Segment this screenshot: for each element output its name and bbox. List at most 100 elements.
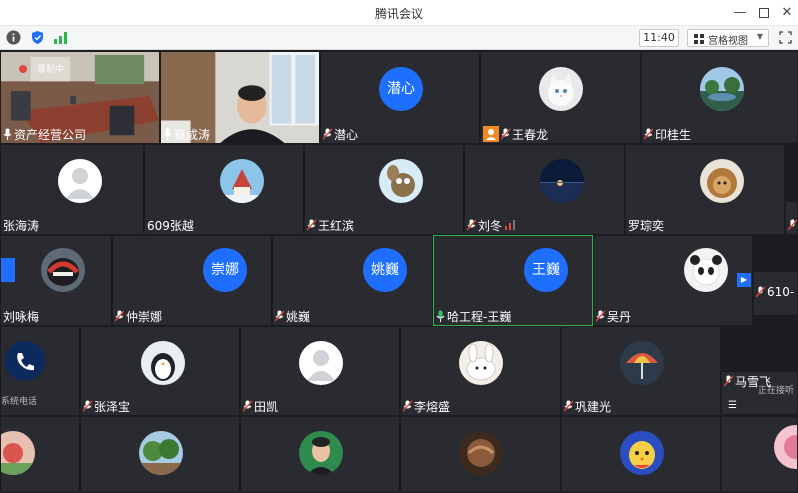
security-shield-icon[interactable] (30, 30, 45, 45)
muted-mic-icon (564, 400, 573, 412)
participant-tile[interactable]: 田凯 (240, 326, 400, 416)
maximize-button[interactable] (753, 3, 775, 23)
participant-tile[interactable]: 录制中 资产经营公司 (0, 51, 160, 144)
participant-tile[interactable]: 张泽宝 (80, 326, 240, 416)
participant-tile[interactable]: 印桂生 (641, 51, 798, 144)
participant-tile[interactable] (400, 416, 561, 493)
participant-tile[interactable]: 刘咏梅 (0, 235, 112, 326)
participant-tile[interactable]: 王春龙 (480, 51, 641, 144)
nameplate: 610- (754, 283, 797, 301)
text-avatar: 王巍 (524, 248, 568, 292)
participant-tile-partial[interactable]: 正在接听 马雪飞 ☰ (721, 371, 798, 415)
flower-avatar (1, 431, 35, 475)
grid-view-icon (694, 34, 704, 44)
nameplate: 哈工程-王巍 (434, 307, 516, 325)
nameplate: 潜心 (321, 125, 363, 143)
nameplate: 田凯 (241, 397, 283, 415)
participant-name: 李熔盛 (414, 399, 451, 414)
menu-icon[interactable]: ☰ (728, 400, 740, 412)
info-icon[interactable] (6, 30, 21, 45)
muted-mic-icon (596, 310, 605, 322)
bunny-avatar (459, 341, 503, 385)
nameplate: 张海涛 (1, 216, 44, 234)
umbrella-avatar (620, 341, 664, 385)
muted-mic-icon (275, 310, 284, 322)
participant-tile[interactable]: 潜心 潜心 (320, 51, 480, 144)
muted-mic-icon (756, 286, 765, 298)
nameplate: 李熔盛 (401, 397, 455, 415)
participant-tile[interactable]: 李熔盛 (400, 326, 561, 416)
participant-name: 吴丹 (607, 309, 632, 324)
nameplate: 609张越 (145, 216, 199, 234)
participant-name: 610- (767, 285, 795, 299)
window-title: 腾讯会议 (374, 7, 423, 21)
participant-tile[interactable] (80, 416, 240, 493)
participant-tile[interactable]: 姚巍 姚巍 (272, 235, 433, 326)
fullscreen-icon[interactable] (779, 31, 792, 44)
nameplate: 吴丹 (594, 307, 636, 325)
default-user-avatar (58, 159, 102, 203)
portrait-avatar (299, 431, 343, 475)
participant-name: 仲崇娜 (126, 309, 163, 324)
video-grid: 录制中 资产经营公司 蔡成涛 潜心 潜心 王春龙 印桂生 张海涛 609张越 王… (0, 51, 798, 493)
participant-tile[interactable] (240, 416, 400, 493)
participant-name: 609张越 (147, 218, 194, 233)
participant-tile[interactable]: 王红滨 (304, 144, 464, 235)
participant-tile[interactable]: 609张越 (144, 144, 304, 235)
active-mic-icon (436, 310, 445, 322)
muted-mic-icon (501, 128, 510, 140)
nameplate: 马雪飞 (722, 372, 776, 390)
cat-avatar (539, 67, 583, 111)
nameplate: 蔡成涛 (161, 125, 215, 143)
meeting-toolbar: 11:40 宫格视图 ▼ (0, 26, 798, 50)
participant-tile[interactable]: 吴丹 (593, 235, 753, 326)
participant-name: 刘咏梅 (3, 309, 40, 324)
mic-icon (163, 128, 172, 140)
participant-tile[interactable]: 巩建光 (561, 326, 721, 416)
participant-name: 潜心 (334, 127, 359, 142)
title-bar: 腾讯会议 — ✕ (0, 0, 798, 26)
nameplate: 刘咏梅 (1, 307, 44, 325)
cartoon-squirrel-avatar (379, 159, 423, 203)
scroll-right-icon[interactable]: ▶ (737, 273, 751, 287)
participant-tile[interactable]: 蔡成涛 (160, 51, 320, 144)
muted-mic-icon (724, 375, 733, 387)
participant-tile-partial[interactable]: 610- (753, 271, 798, 316)
participant-tile[interactable] (561, 416, 721, 493)
muted-mic-icon (307, 219, 316, 231)
participant-tile[interactable]: 刘冬 (464, 144, 625, 235)
participant-tile-partial[interactable] (785, 201, 798, 235)
chevron-down-icon: ▼ (756, 32, 763, 41)
nameplate (786, 216, 797, 234)
nameplate: 巩建光 (562, 397, 616, 415)
participant-name: 资产经营公司 (14, 127, 87, 142)
phone-icon (5, 341, 45, 381)
muted-mic-icon (115, 310, 124, 322)
text-avatar: 崇娜 (203, 248, 247, 292)
recording-label: 录制中 (37, 65, 65, 75)
close-button[interactable]: ✕ (776, 3, 798, 23)
phone-tile[interactable]: 系统电话 (0, 326, 80, 416)
signal-icon[interactable] (53, 30, 68, 45)
text-avatar: 姚巍 (363, 248, 407, 292)
participant-name: 姚巍 (286, 309, 311, 324)
brown-object-avatar (459, 431, 503, 475)
participant-name: 马雪飞 (735, 374, 772, 389)
participant-tile[interactable] (0, 416, 80, 493)
participant-tile-speaking[interactable]: 王巍 哈工程-王巍 (433, 235, 593, 326)
nameplate: 罗琮奕 (626, 216, 669, 234)
participant-tile[interactable]: 崇娜 仲崇娜 (112, 235, 272, 326)
participant-tile-partial[interactable] (721, 416, 798, 493)
participant-tile[interactable]: 张海涛 (0, 144, 144, 235)
blue-marker (1, 258, 15, 282)
participant-tile[interactable]: 罗琮奕 (625, 144, 785, 235)
muted-mic-icon (403, 400, 412, 412)
mic-icon (3, 128, 12, 140)
view-mode-select[interactable]: 宫格视图 ▼ (687, 29, 769, 47)
phone-label: 系统电话 (1, 397, 38, 407)
minimize-button[interactable]: — (729, 3, 751, 23)
network-signal-icon (505, 220, 516, 230)
nameplate: 姚巍 (273, 307, 315, 325)
muted-mic-icon (243, 400, 252, 412)
default-user-avatar (299, 341, 343, 385)
